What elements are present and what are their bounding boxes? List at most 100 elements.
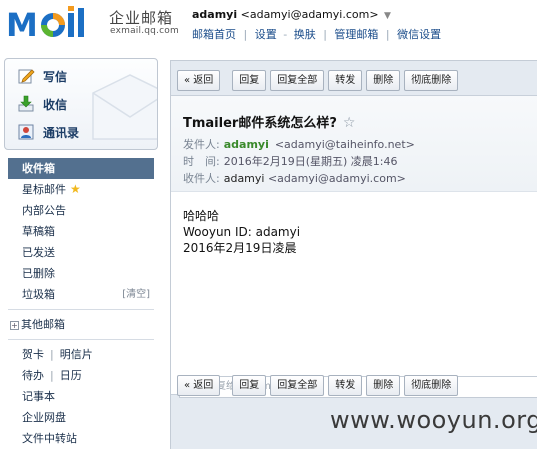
to-label: 收件人:	[183, 172, 220, 185]
brand-name: 企业邮箱	[109, 9, 174, 27]
compose-button[interactable]: 写信	[17, 66, 67, 86]
sender-line: 发件人: adamyi <adamyi@taiheinfo.net>	[183, 136, 415, 152]
app-greeting-card[interactable]: 贺卡	[22, 348, 44, 361]
folder-trash[interactable]: 垃圾箱 [清空]	[8, 284, 154, 305]
app-enterprise-disk[interactable]: 企业网盘	[8, 407, 154, 428]
forward-button[interactable]: 转发	[328, 374, 363, 396]
folder-label: 已发送	[22, 246, 55, 259]
back-button[interactable]: « 返回	[177, 69, 221, 91]
app-label: 文件中转站	[22, 432, 77, 445]
folder-announcements[interactable]: 内部公告	[8, 200, 154, 221]
receive-button[interactable]: 收信	[17, 94, 67, 114]
app-calendar[interactable]: 日历	[60, 369, 82, 382]
nav-mail-home[interactable]: 邮箱首页	[192, 28, 236, 41]
delete-button[interactable]: 删除	[366, 374, 401, 396]
body-line: 2016年2月19日凌晨	[183, 241, 297, 255]
app-todo[interactable]: 待办	[22, 369, 44, 382]
app-row-cards: 贺卡 | 明信片	[8, 344, 154, 365]
folder-list: 收件箱 星标邮件 ★ 内部公告 草稿箱 已发送 已删除 垃圾箱 [清空] + 其他邮箱…	[8, 158, 154, 449]
folder-inbox[interactable]: 收件箱	[8, 158, 154, 179]
contacts-label: 通讯录	[43, 125, 80, 140]
message-header: Tmailer邮件系统怎么样? ☆ 发件人: adamyi <adamyi@taihe…	[171, 96, 537, 192]
sender-name[interactable]: adamyi	[224, 138, 269, 151]
app-label: 记事本	[22, 390, 55, 403]
folder-label: 星标邮件	[22, 183, 66, 196]
other-mailboxes-toggle[interactable]: + 其他邮箱	[8, 314, 154, 335]
message-pane: Tmailer邮件系统怎么样? ☆ 发件人: adamyi <adamyi@taihe…	[171, 95, 537, 398]
sender-address: <adamyi@taiheinfo.net>	[274, 138, 415, 151]
star-favorite-icon[interactable]: ☆	[343, 115, 356, 131]
mail-read-area: « 返回 回复 回复全部 转发 删除 彻底删除 Tmailer邮件系统怎么样? ☆…	[170, 60, 537, 449]
forward-button[interactable]: 转发	[328, 69, 363, 91]
folder-label: 内部公告	[22, 204, 66, 217]
qq-mail-logo[interactable]: M	[6, 6, 106, 40]
sent-time: 2016年2月19日(星期五) 凌晨1:46	[223, 155, 398, 168]
watermark: www.wooyun.org	[330, 406, 537, 434]
back-button[interactable]: « 返回	[177, 374, 221, 396]
toolbar-top: « 返回 回复 回复全部 转发 删除 彻底删除	[171, 65, 537, 95]
pipe-separator: |	[50, 348, 54, 361]
app-notes[interactable]: 记事本	[8, 386, 154, 407]
folder-label: 其他邮箱	[21, 318, 65, 331]
recipient-name[interactable]: adamyi	[224, 172, 265, 185]
body-line: Wooyun ID: adamyi	[183, 225, 301, 239]
nav-admin-mailbox[interactable]: 管理邮箱	[334, 28, 378, 41]
nav-settings[interactable]: 设置	[255, 28, 277, 41]
contacts-button[interactable]: 通讯录	[17, 122, 79, 142]
subject-text: Tmailer邮件系统怎么样?	[183, 116, 337, 131]
delete-forever-button[interactable]: 彻底删除	[404, 374, 459, 396]
contacts-icon	[18, 124, 34, 140]
sidebar-divider	[8, 309, 154, 310]
recipient-line: 收件人: adamyi <adamyi@adamyi.com>	[183, 170, 406, 186]
sidebar-divider	[8, 339, 154, 340]
compose-icon	[18, 69, 35, 84]
message-body: 哈哈哈 Wooyun ID: adamyi 2016年2月19日凌晨	[183, 208, 300, 256]
inbox-download-icon	[18, 95, 34, 112]
pipe-separator: |	[50, 369, 54, 382]
star-icon: ★	[70, 182, 81, 196]
app-label: 企业网盘	[22, 411, 66, 424]
app-file-transfer[interactable]: 文件中转站	[8, 428, 154, 449]
empty-trash-link[interactable]: [清空]	[122, 284, 150, 305]
recipient-address: <adamyi@adamyi.com>	[267, 172, 406, 185]
folder-deleted[interactable]: 已删除	[8, 263, 154, 284]
top-header: M 企业邮箱 exmail.qq.com adamyi <adamyi@adam…	[0, 0, 537, 52]
nav-dash: -	[283, 28, 288, 41]
nav-separator: |	[243, 28, 248, 41]
message-subject: Tmailer邮件系统怎么样? ☆	[183, 112, 355, 131]
app-row-todo: 待办 | 日历	[8, 365, 154, 386]
user-email: <adamyi@adamyi.com>	[240, 8, 379, 21]
nav-separator: |	[385, 28, 390, 41]
folder-label: 垃圾箱	[22, 288, 55, 301]
user-name: adamyi	[192, 8, 238, 21]
account-dropdown-icon[interactable]: ▼	[384, 11, 391, 21]
app-postcard[interactable]: 明信片	[60, 348, 93, 361]
nav-wechat-settings[interactable]: 微信设置	[397, 28, 441, 41]
envelope-decoration-icon	[92, 74, 157, 140]
body-line: 哈哈哈	[183, 209, 220, 223]
time-line: 时 间: 2016年2月19日(星期五) 凌晨1:46	[183, 153, 398, 169]
svg-text:M: M	[6, 6, 38, 40]
folder-label: 草稿箱	[22, 225, 55, 238]
quick-actions-panel: 写信 收信 通讯录	[4, 58, 158, 150]
reply-all-button[interactable]: 回复全部	[270, 374, 325, 396]
folder-label: 已删除	[22, 267, 55, 280]
nav-separator: |	[323, 28, 327, 41]
from-label: 发件人:	[183, 138, 220, 151]
folder-label: 收件箱	[22, 162, 55, 175]
toolbar-bottom: « 返回 回复 回复全部 转发 删除 彻底删除	[171, 370, 537, 400]
reply-all-button[interactable]: 回复全部	[270, 69, 325, 91]
time-label: 时 间:	[183, 155, 220, 168]
expand-plus-icon[interactable]: +	[10, 321, 19, 330]
user-account[interactable]: adamyi <adamyi@adamyi.com> ▼	[192, 8, 391, 21]
nav-skin[interactable]: 换肤	[294, 28, 316, 41]
folder-sent[interactable]: 已发送	[8, 242, 154, 263]
receive-label: 收信	[43, 97, 68, 112]
reply-button[interactable]: 回复	[232, 374, 267, 396]
folder-starred[interactable]: 星标邮件 ★	[8, 179, 154, 200]
reply-button[interactable]: 回复	[232, 69, 267, 91]
delete-forever-button[interactable]: 彻底删除	[404, 69, 459, 91]
compose-label: 写信	[43, 69, 68, 84]
folder-drafts[interactable]: 草稿箱	[8, 221, 154, 242]
delete-button[interactable]: 删除	[366, 69, 401, 91]
